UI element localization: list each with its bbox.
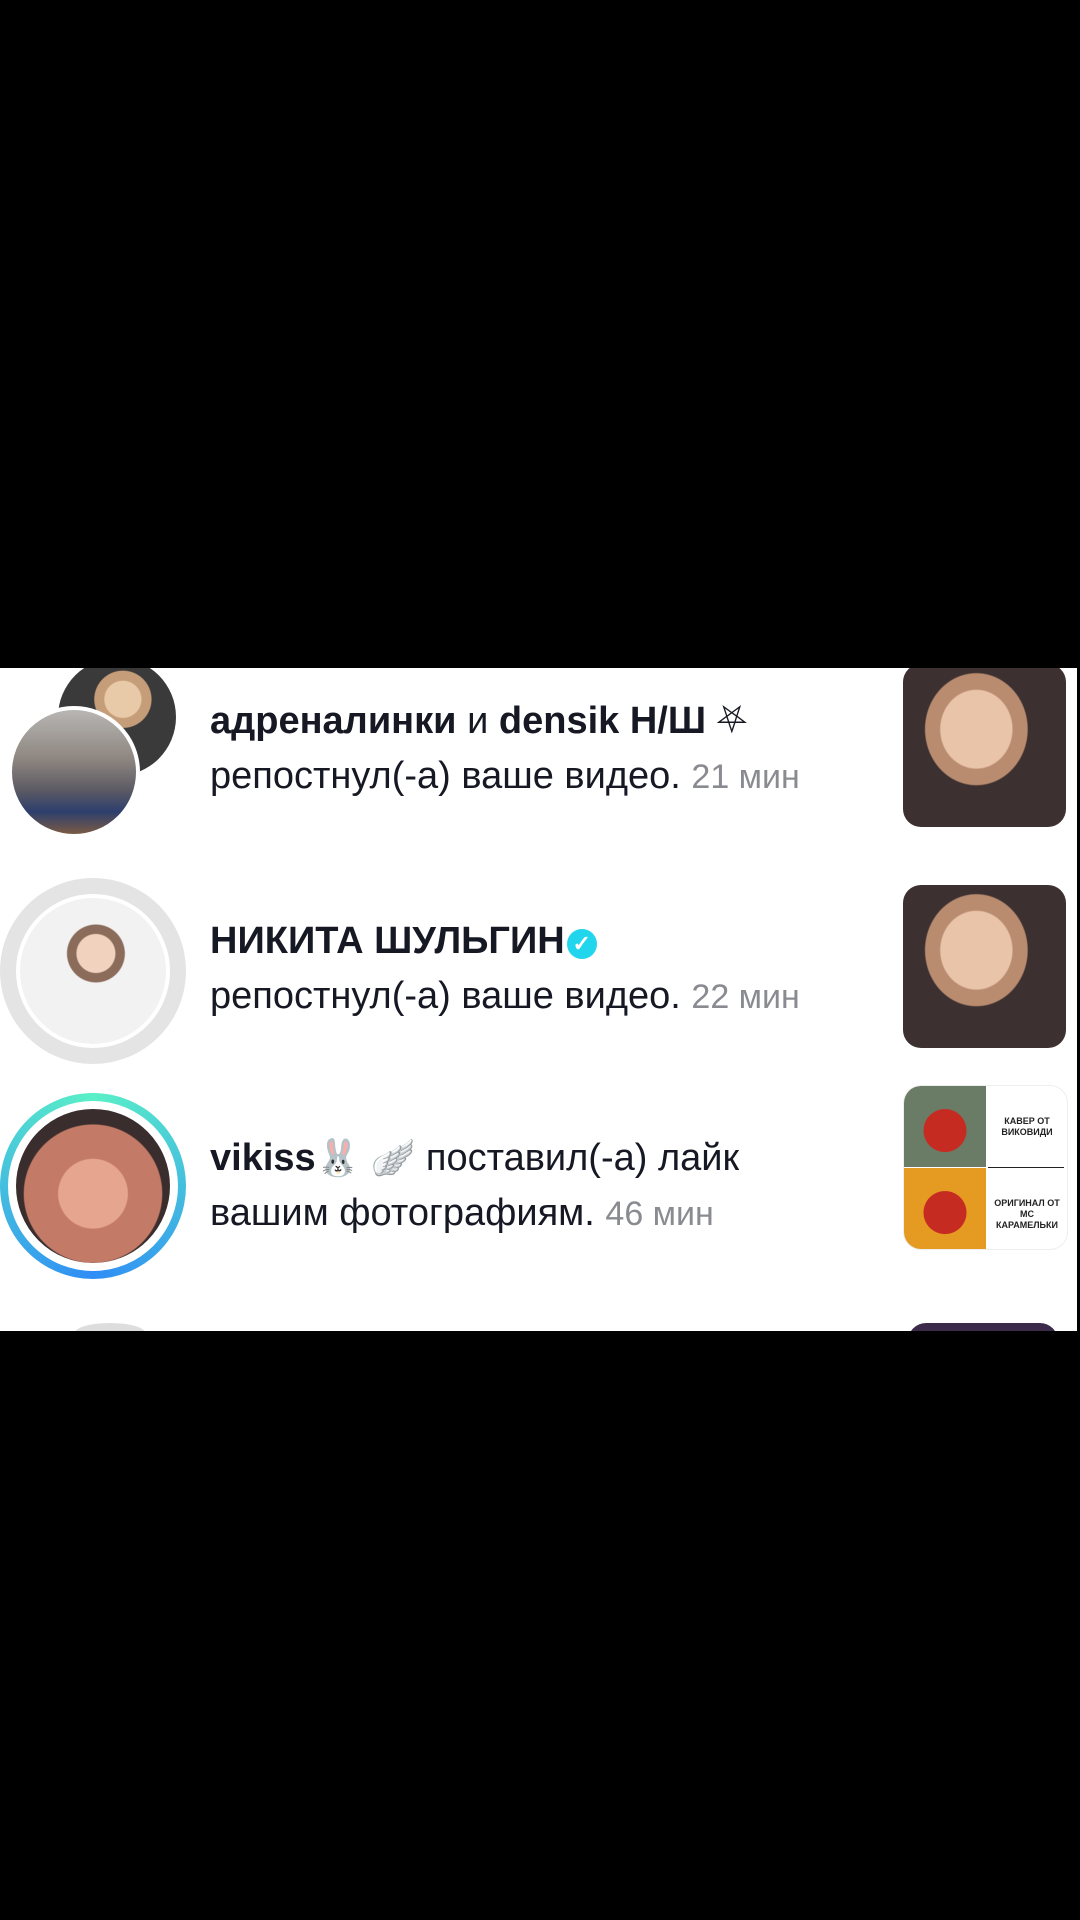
- username[interactable]: vikiss: [210, 1137, 316, 1179]
- notification-text: адреналинки и densik Н/Ш ⛧ репостнул(-а)…: [210, 694, 880, 805]
- thumb-image-bottom: [904, 1168, 986, 1249]
- action-text: репостнул(-а) ваше видео.: [210, 755, 681, 797]
- video-thumbnail[interactable]: [903, 668, 1066, 827]
- pentagram-icon: ⛧: [716, 700, 747, 742]
- notification-text: vikiss🐰 🪽 поставил(-а) лайк вашим фотогр…: [210, 1130, 880, 1242]
- username-2[interactable]: densik Н/Ш: [499, 700, 706, 742]
- username[interactable]: НИКИТА ШУЛЬГИН: [210, 920, 565, 962]
- action-text: репостнул(-а) ваше видео.: [210, 975, 681, 1017]
- timestamp: 22 мин: [691, 978, 800, 1016]
- next-row-avatar-edge: [75, 1323, 145, 1331]
- avatar[interactable]: [8, 1101, 178, 1271]
- username[interactable]: адреналинки: [210, 700, 457, 742]
- joiner-text: и: [467, 700, 489, 742]
- thumb-divider: [988, 1167, 1064, 1168]
- verified-badge-icon: ✓: [566, 929, 597, 959]
- thumb-caption-top: КАВЕР ОТ ВИКОВИДИ: [1001, 1116, 1053, 1137]
- notification-row[interactable]: НИКИТА ШУЛЬГИН ✓ репостнул(-а) ваше видео…: [0, 873, 1077, 1073]
- notification-row[interactable]: vikiss🐰 🪽 поставил(-а) лайк вашим фотогр…: [0, 1085, 1077, 1293]
- timestamp: 46 мин: [605, 1195, 714, 1233]
- avatar-primary[interactable]: [8, 706, 140, 838]
- photo-thumbnail[interactable]: КАВЕР ОТ ВИКОВИДИ ОРИГИНАЛ ОТ МС КАРАМЕЛ…: [903, 1085, 1068, 1250]
- activity-list: адреналинки и densik Н/Ш ⛧ репостнул(-а)…: [0, 668, 1077, 1331]
- thumb-caption-bottom: ОРИГИНАЛ ОТ МС КАРАМЕЛЬКИ: [994, 1198, 1060, 1230]
- next-row-thumbnail-edge: [908, 1323, 1058, 1331]
- thumb-image-top: [904, 1086, 986, 1167]
- avatar[interactable]: [16, 894, 170, 1048]
- action-text-2: вашим фотографиям.: [210, 1192, 595, 1234]
- action-text: поставил(-а) лайк: [425, 1137, 740, 1179]
- notification-row[interactable]: адреналинки и densik Н/Ш ⛧ репостнул(-а)…: [0, 668, 1077, 868]
- video-thumbnail[interactable]: [903, 885, 1066, 1048]
- timestamp: 21 мин: [691, 758, 800, 796]
- notification-text: НИКИТА ШУЛЬГИН ✓ репостнул(-а) ваше видео…: [210, 914, 880, 1025]
- bunny-wing-emoji-icon: 🐰 🪽: [315, 1137, 416, 1178]
